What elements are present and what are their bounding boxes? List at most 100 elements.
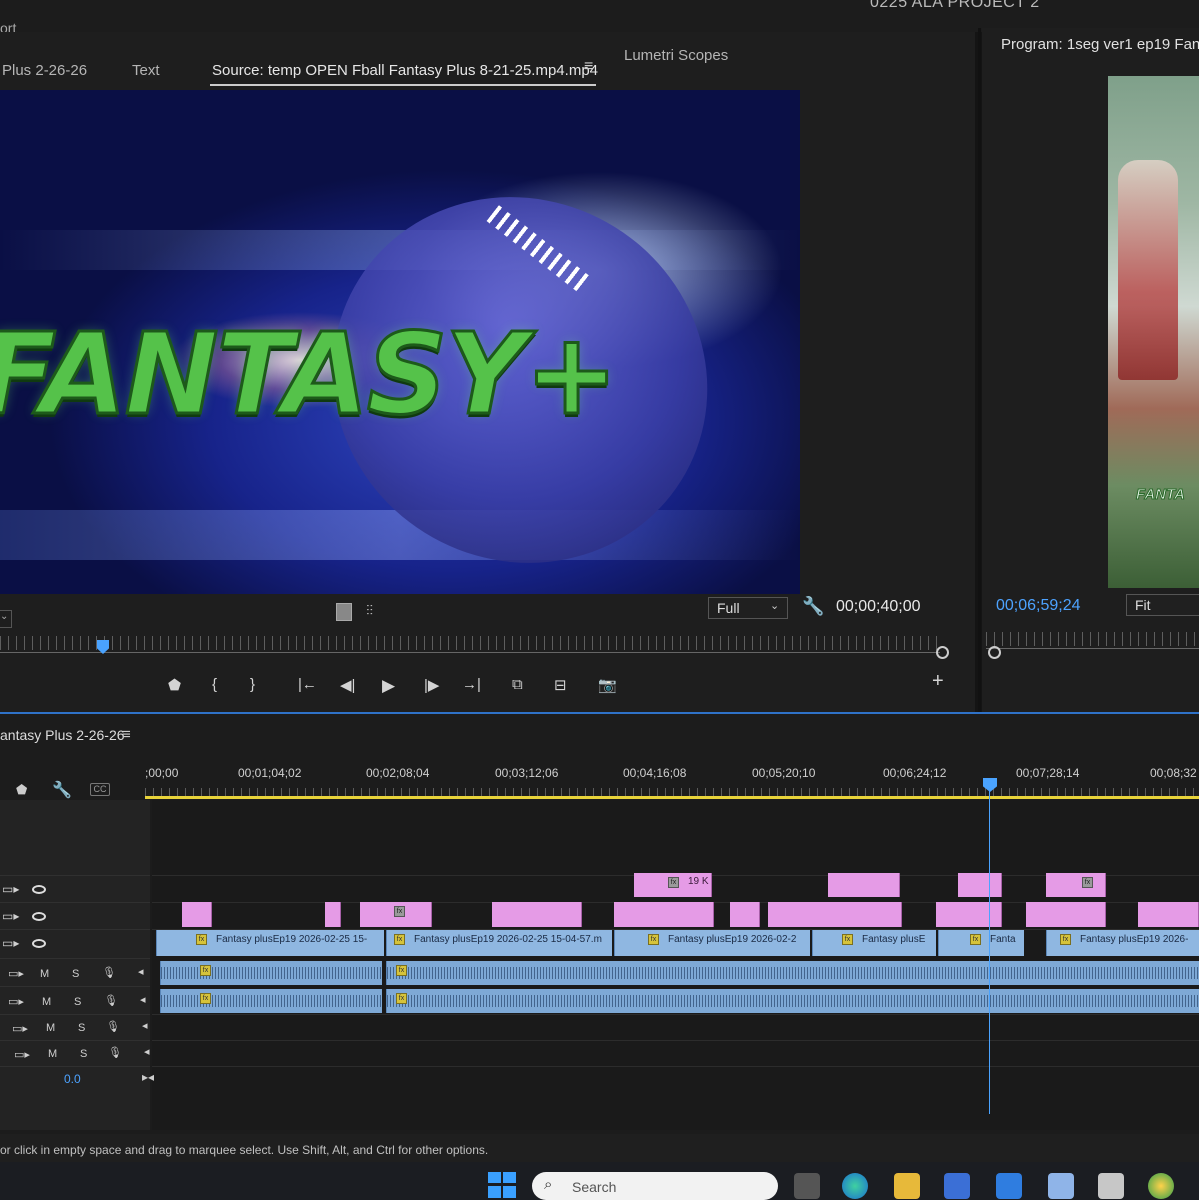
timeline-sequence-tab[interactable]: antasy Plus 2-26-26 <box>0 727 125 743</box>
master-volume[interactable]: 0.0 <box>64 1072 81 1086</box>
microphone-icon[interactable]: 🎙 <box>104 994 118 1007</box>
eye-icon[interactable] <box>32 885 46 894</box>
work-area-bar[interactable] <box>145 796 1199 799</box>
program-zoom-select[interactable]: Fit <box>1126 594 1199 616</box>
program-time-ruler[interactable] <box>986 632 1199 646</box>
film-icon[interactable]: ▭▸ <box>2 936 19 950</box>
video-clip[interactable] <box>182 902 212 927</box>
eye-icon[interactable] <box>32 912 46 921</box>
safe-margins-icon[interactable] <box>336 603 352 621</box>
fx-badge: fx <box>200 993 211 1004</box>
video-clip[interactable] <box>325 902 341 927</box>
film-icon[interactable]: ▭▸ <box>2 882 19 896</box>
store-icon[interactable] <box>944 1173 970 1199</box>
drag-audio-icon[interactable]: ⫶⫶ <box>366 602 373 619</box>
audio-clip[interactable] <box>386 989 1199 1013</box>
audio-waveform <box>161 995 382 1007</box>
button-editor-plus-icon[interactable]: + <box>932 670 944 693</box>
video-clip[interactable] <box>1046 873 1106 897</box>
step-forward-button[interactable]: |▶ <box>424 676 439 694</box>
search-placeholder: Search <box>572 1179 617 1195</box>
video-clip[interactable] <box>492 902 582 927</box>
audio-clip[interactable] <box>386 961 1199 985</box>
play-button[interactable]: ▶ <box>382 676 395 696</box>
microphone-icon[interactable]: 🎙 <box>102 966 116 979</box>
go-to-end-icon[interactable]: ▸◂ <box>142 1070 154 1084</box>
panel-menu-icon[interactable]: ≡ <box>122 726 131 743</box>
audio-clip[interactable] <box>160 961 382 985</box>
chevron-left-icon[interactable]: ◂ <box>138 965 144 978</box>
track-separator <box>0 902 150 903</box>
solo-button[interactable]: S <box>78 1022 85 1034</box>
tab-source[interactable]: Source: temp OPEN Fball Fantasy Plus 8-2… <box>212 62 598 79</box>
chevron-left-icon[interactable]: ◂ <box>142 1019 148 1032</box>
overwrite-button[interactable]: ⊟ <box>554 676 567 694</box>
panel-divider[interactable] <box>978 28 981 712</box>
source-time-ruler[interactable] <box>0 636 940 650</box>
wrench-icon[interactable]: 🔧 <box>802 596 824 617</box>
taskbar-search-box[interactable] <box>532 1172 778 1200</box>
video-clip[interactable] <box>614 902 714 927</box>
ruler-label: 00;05;20;10 <box>752 766 816 780</box>
mute-button[interactable]: M <box>46 1022 55 1034</box>
video-clip[interactable] <box>730 902 760 927</box>
video-clip[interactable] <box>1026 902 1106 927</box>
mute-button[interactable]: M <box>40 968 49 980</box>
mute-button[interactable]: M <box>48 1048 57 1060</box>
program-monitor-title[interactable]: Program: 1seg ver1 ep19 Fant <box>1001 36 1199 53</box>
video-clip[interactable] <box>768 902 902 927</box>
video-clip[interactable] <box>828 873 900 897</box>
sync-lock-icon[interactable]: ▭▸ <box>14 1048 30 1061</box>
mark-out-button[interactable]: } <box>250 676 255 693</box>
add-marker-icon[interactable]: ⬟ <box>16 782 27 798</box>
panel-menu-icon[interactable]: ≡ <box>584 58 593 76</box>
app-icon[interactable] <box>1148 1173 1174 1199</box>
chevron-left-icon[interactable]: ◂ <box>144 1045 150 1058</box>
solo-button[interactable]: S <box>80 1048 87 1060</box>
captions-icon[interactable]: CC <box>90 783 110 796</box>
task-view-icon[interactable] <box>794 1173 820 1199</box>
mark-in-button[interactable]: { <box>212 676 217 693</box>
program-timecode[interactable]: 00;06;59;24 <box>996 597 1081 615</box>
tab-text[interactable]: Text <box>132 62 160 79</box>
source-zoom-handle[interactable] <box>936 646 949 659</box>
add-marker-button[interactable]: ⬟ <box>168 676 181 694</box>
audio-clip[interactable] <box>160 989 382 1013</box>
ruler-label: 00;06;24;12 <box>883 766 947 780</box>
source-video-frame[interactable]: FANTASY+ <box>0 90 800 594</box>
step-back-button[interactable]: ◀| <box>340 676 355 694</box>
go-to-out-button[interactable]: →| <box>462 676 481 693</box>
outlook-icon[interactable] <box>996 1173 1022 1199</box>
sync-lock-icon[interactable]: ▭▸ <box>8 967 24 980</box>
video-clip[interactable] <box>958 873 1002 897</box>
camera-icon[interactable]: 📷 <box>598 676 617 694</box>
tab-sequence[interactable]: Plus 2-26-26 <box>2 62 87 79</box>
notepad-icon[interactable] <box>1048 1173 1074 1199</box>
clip-label: Fantasy plusEp19 2026-02-25 15- <box>216 934 368 945</box>
film-icon[interactable]: ▭▸ <box>2 909 19 923</box>
video-clip[interactable] <box>936 902 1002 927</box>
program-zoom-handle[interactable] <box>988 646 1001 659</box>
go-to-in-button[interactable]: |← <box>298 676 317 693</box>
solo-button[interactable]: S <box>72 968 79 980</box>
insert-button[interactable]: ⧉ <box>512 676 523 693</box>
solo-button[interactable]: S <box>74 996 81 1008</box>
mute-button[interactable]: M <box>42 996 51 1008</box>
timeline-ruler[interactable] <box>145 788 1199 796</box>
fx-badge: fx <box>394 934 405 945</box>
video-clip[interactable] <box>1138 902 1199 927</box>
calculator-icon[interactable] <box>1098 1173 1124 1199</box>
wrench-icon[interactable]: 🔧 <box>52 780 72 800</box>
sync-lock-icon[interactable]: ▭▸ <box>8 995 24 1008</box>
chevron-left-icon[interactable]: ◂ <box>140 993 146 1006</box>
edge-browser-icon[interactable] <box>842 1173 868 1199</box>
chevron-down-icon[interactable]: ⌄ <box>0 610 12 628</box>
sync-lock-icon[interactable]: ▭▸ <box>12 1022 28 1035</box>
tab-lumetri-scopes[interactable]: Lumetri Scopes <box>624 47 728 64</box>
search-icon: ⌕ <box>544 1176 553 1193</box>
file-explorer-icon[interactable] <box>894 1173 920 1199</box>
chevron-down-icon[interactable]: ⌄ <box>770 599 779 612</box>
eye-icon[interactable] <box>32 939 46 948</box>
microphone-icon[interactable]: 🎙 <box>108 1046 122 1059</box>
microphone-icon[interactable]: 🎙 <box>106 1020 120 1033</box>
